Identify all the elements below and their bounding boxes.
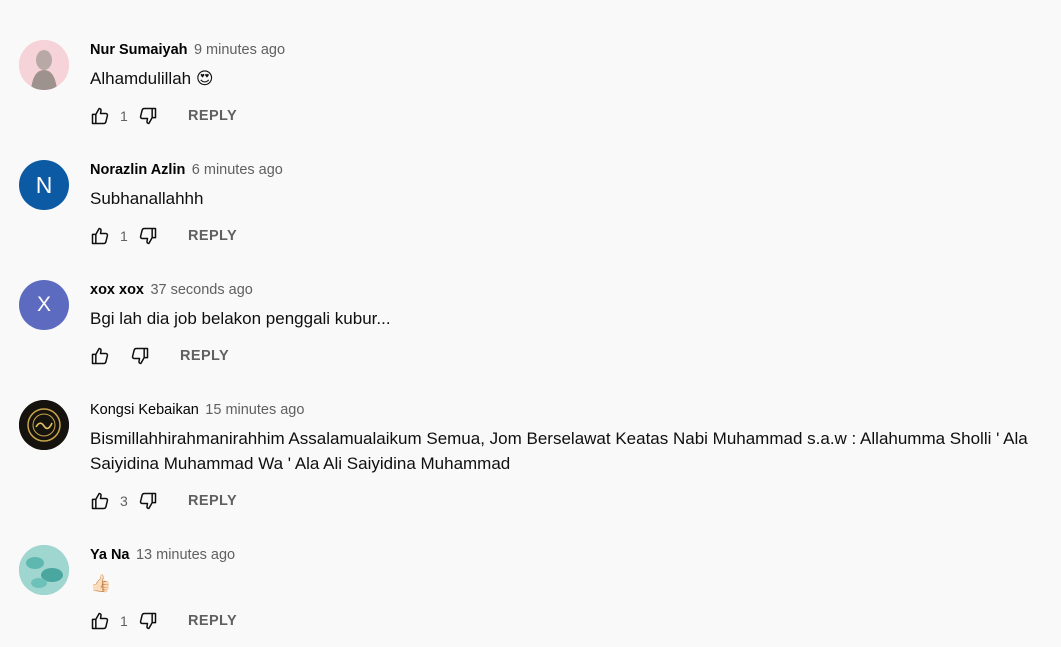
author-name[interactable]: Norazlin Azlin: [90, 162, 185, 178]
like-count: 1: [120, 228, 128, 244]
comment-text: Subhanallahhh: [90, 189, 204, 208]
thumbs-up-icon[interactable]: [90, 491, 110, 511]
thumbs-up-icon[interactable]: [90, 226, 110, 246]
comment-time[interactable]: 13 minutes ago: [136, 547, 235, 563]
calligraphy-logo-icon: [19, 400, 69, 450]
comment-time[interactable]: 9 minutes ago: [194, 42, 285, 58]
comment-header: Nur Sumaiyah 9 minutes ago: [90, 40, 285, 60]
avatar[interactable]: [19, 545, 69, 595]
comment-actions: 1 REPLY: [90, 105, 237, 127]
like-count: 3: [120, 493, 128, 509]
author-name[interactable]: Ya Na: [90, 547, 130, 563]
comment-header: Norazlin Azlin 6 minutes ago: [90, 160, 283, 180]
comment-text: Bgi lah dia job belakon penggali kubur..…: [90, 309, 391, 328]
reply-button[interactable]: REPLY: [188, 493, 237, 509]
comment-text: Alhamdulillah 😍: [90, 69, 214, 88]
thumbs-down-icon[interactable]: [138, 106, 158, 126]
avatar[interactable]: [19, 400, 69, 450]
reply-button[interactable]: REPLY: [188, 613, 237, 629]
comment-actions: 3 REPLY: [90, 490, 237, 512]
comment-actions: 1 REPLY: [90, 610, 237, 632]
comment-header: Ya Na 13 minutes ago: [90, 545, 235, 565]
reply-button[interactable]: REPLY: [188, 228, 237, 244]
comment-header: Kongsi Kebaikan 15 minutes ago: [90, 400, 304, 420]
thumbs-down-icon[interactable]: [138, 611, 158, 631]
avatar[interactable]: X: [19, 280, 69, 330]
avatar-photo-icon: [19, 40, 69, 90]
reply-button[interactable]: REPLY: [188, 108, 237, 124]
comment-actions: REPLY: [90, 345, 229, 367]
avatar-letter: N: [35, 171, 53, 198]
comment-time[interactable]: 15 minutes ago: [205, 402, 304, 418]
comment-actions: 1 REPLY: [90, 225, 237, 247]
thumbs-down-icon[interactable]: [138, 226, 158, 246]
avatar-photo-icon: [19, 545, 69, 595]
author-name[interactable]: Kongsi Kebaikan: [90, 402, 199, 418]
thumbs-up-icon[interactable]: [90, 346, 110, 366]
reply-button[interactable]: REPLY: [180, 348, 229, 364]
comment-header: xox xox 37 seconds ago: [90, 280, 253, 300]
avatar-letter: X: [36, 293, 51, 316]
thumbs-up-icon[interactable]: [90, 106, 110, 126]
thumbs-up-icon[interactable]: [90, 611, 110, 631]
comment-text: Bismillahhirahmanirahhim Assalamualaikum…: [90, 429, 1028, 473]
thumbs-down-icon[interactable]: [138, 491, 158, 511]
like-count: 1: [120, 613, 128, 629]
author-name[interactable]: xox xox: [90, 282, 144, 298]
comment-time[interactable]: 6 minutes ago: [192, 162, 283, 178]
comment-text: 👍🏻: [90, 574, 112, 593]
avatar[interactable]: [19, 40, 69, 90]
avatar[interactable]: N: [19, 160, 69, 210]
comment-time[interactable]: 37 seconds ago: [150, 282, 252, 298]
thumbs-down-icon[interactable]: [130, 346, 150, 366]
like-count: 1: [120, 108, 128, 124]
author-name[interactable]: Nur Sumaiyah: [90, 42, 188, 58]
